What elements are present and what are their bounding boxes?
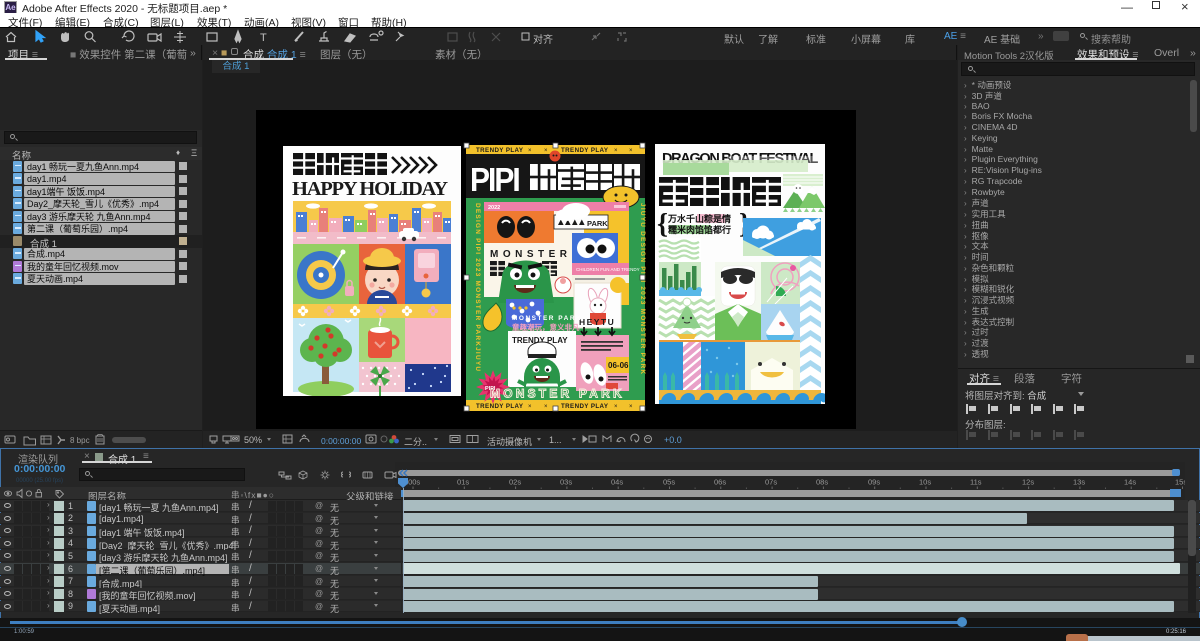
svg-text:10s: 10s bbox=[919, 478, 931, 487]
svg-text:09s: 09s bbox=[868, 478, 880, 487]
svg-text:01s: 01s bbox=[457, 478, 469, 487]
svg-text:11s: 11s bbox=[970, 478, 982, 487]
svg-text:13s: 13s bbox=[1073, 478, 1085, 487]
svg-text:MONSTER: MONSTER bbox=[490, 249, 572, 260]
svg-text:TRENDY PLAY: TRENDY PLAY bbox=[476, 147, 524, 154]
svg-text:童趣潮玩，意义非凡: 童趣潮玩，意义非凡 bbox=[512, 322, 580, 332]
svg-text:JIUYU DESIGN PIPI 2023 MONSTER: JIUYU DESIGN PIPI 2023 MONSTER PARK bbox=[639, 203, 646, 375]
svg-text:×: × bbox=[528, 404, 532, 410]
svg-text:×: × bbox=[614, 148, 618, 154]
svg-text:02s: 02s bbox=[509, 478, 521, 487]
svg-text:12s: 12s bbox=[1022, 478, 1034, 487]
svg-text:T: T bbox=[260, 32, 267, 44]
svg-text:06s: 06s bbox=[714, 478, 726, 487]
svg-text:TRENDY PLAY: TRENDY PLAY bbox=[561, 147, 609, 154]
svg-text:HEYTU: HEYTU bbox=[579, 317, 615, 327]
svg-text:×: × bbox=[629, 404, 633, 410]
svg-text:TRENDY PLAY: TRENDY PLAY bbox=[476, 403, 524, 410]
svg-text:03s: 03s bbox=[560, 478, 572, 487]
svg-text:DESIGN PIPI 2023 MONSTER PARKJ: DESIGN PIPI 2023 MONSTER PARKJIUYU bbox=[474, 203, 481, 372]
svg-text:糯米肉馅馅都行: 糯米肉馅馅都行 bbox=[668, 224, 731, 235]
svg-text:CHILDREN FUN AND TRENDY: CHILDREN FUN AND TRENDY bbox=[576, 267, 640, 272]
svg-text:06-06: 06-06 bbox=[608, 361, 629, 370]
svg-text:×: × bbox=[544, 404, 548, 410]
svg-text:05s: 05s bbox=[663, 478, 675, 487]
svg-text:07s: 07s bbox=[765, 478, 777, 487]
svg-text:14s: 14s bbox=[1124, 478, 1136, 487]
svg-text:MONSTER PARK: MONSTER PARK bbox=[490, 387, 625, 401]
svg-text:×: × bbox=[528, 148, 532, 154]
svg-text:PIPI: PIPI bbox=[470, 161, 519, 199]
svg-text:×: × bbox=[614, 404, 618, 410]
svg-text:×: × bbox=[544, 148, 548, 154]
svg-text:MONSTER PARK: MONSTER PARK bbox=[512, 315, 582, 322]
svg-text:TRENDY PLAY: TRENDY PLAY bbox=[561, 403, 609, 410]
svg-text:04s: 04s bbox=[611, 478, 623, 487]
svg-text:{: { bbox=[657, 209, 668, 240]
svg-text::00s: :00s bbox=[406, 478, 420, 487]
svg-text:2022: 2022 bbox=[488, 205, 500, 211]
svg-text:×: × bbox=[629, 148, 633, 154]
svg-text:HAPPY HOLIDAY: HAPPY HOLIDAY bbox=[292, 178, 448, 200]
svg-text:万水千山粽是情: 万水千山粽是情 bbox=[667, 213, 731, 224]
svg-text:08s: 08s bbox=[816, 478, 828, 487]
svg-text:PARK: PARK bbox=[587, 219, 608, 228]
svg-text:15s: 15s bbox=[1175, 478, 1185, 487]
